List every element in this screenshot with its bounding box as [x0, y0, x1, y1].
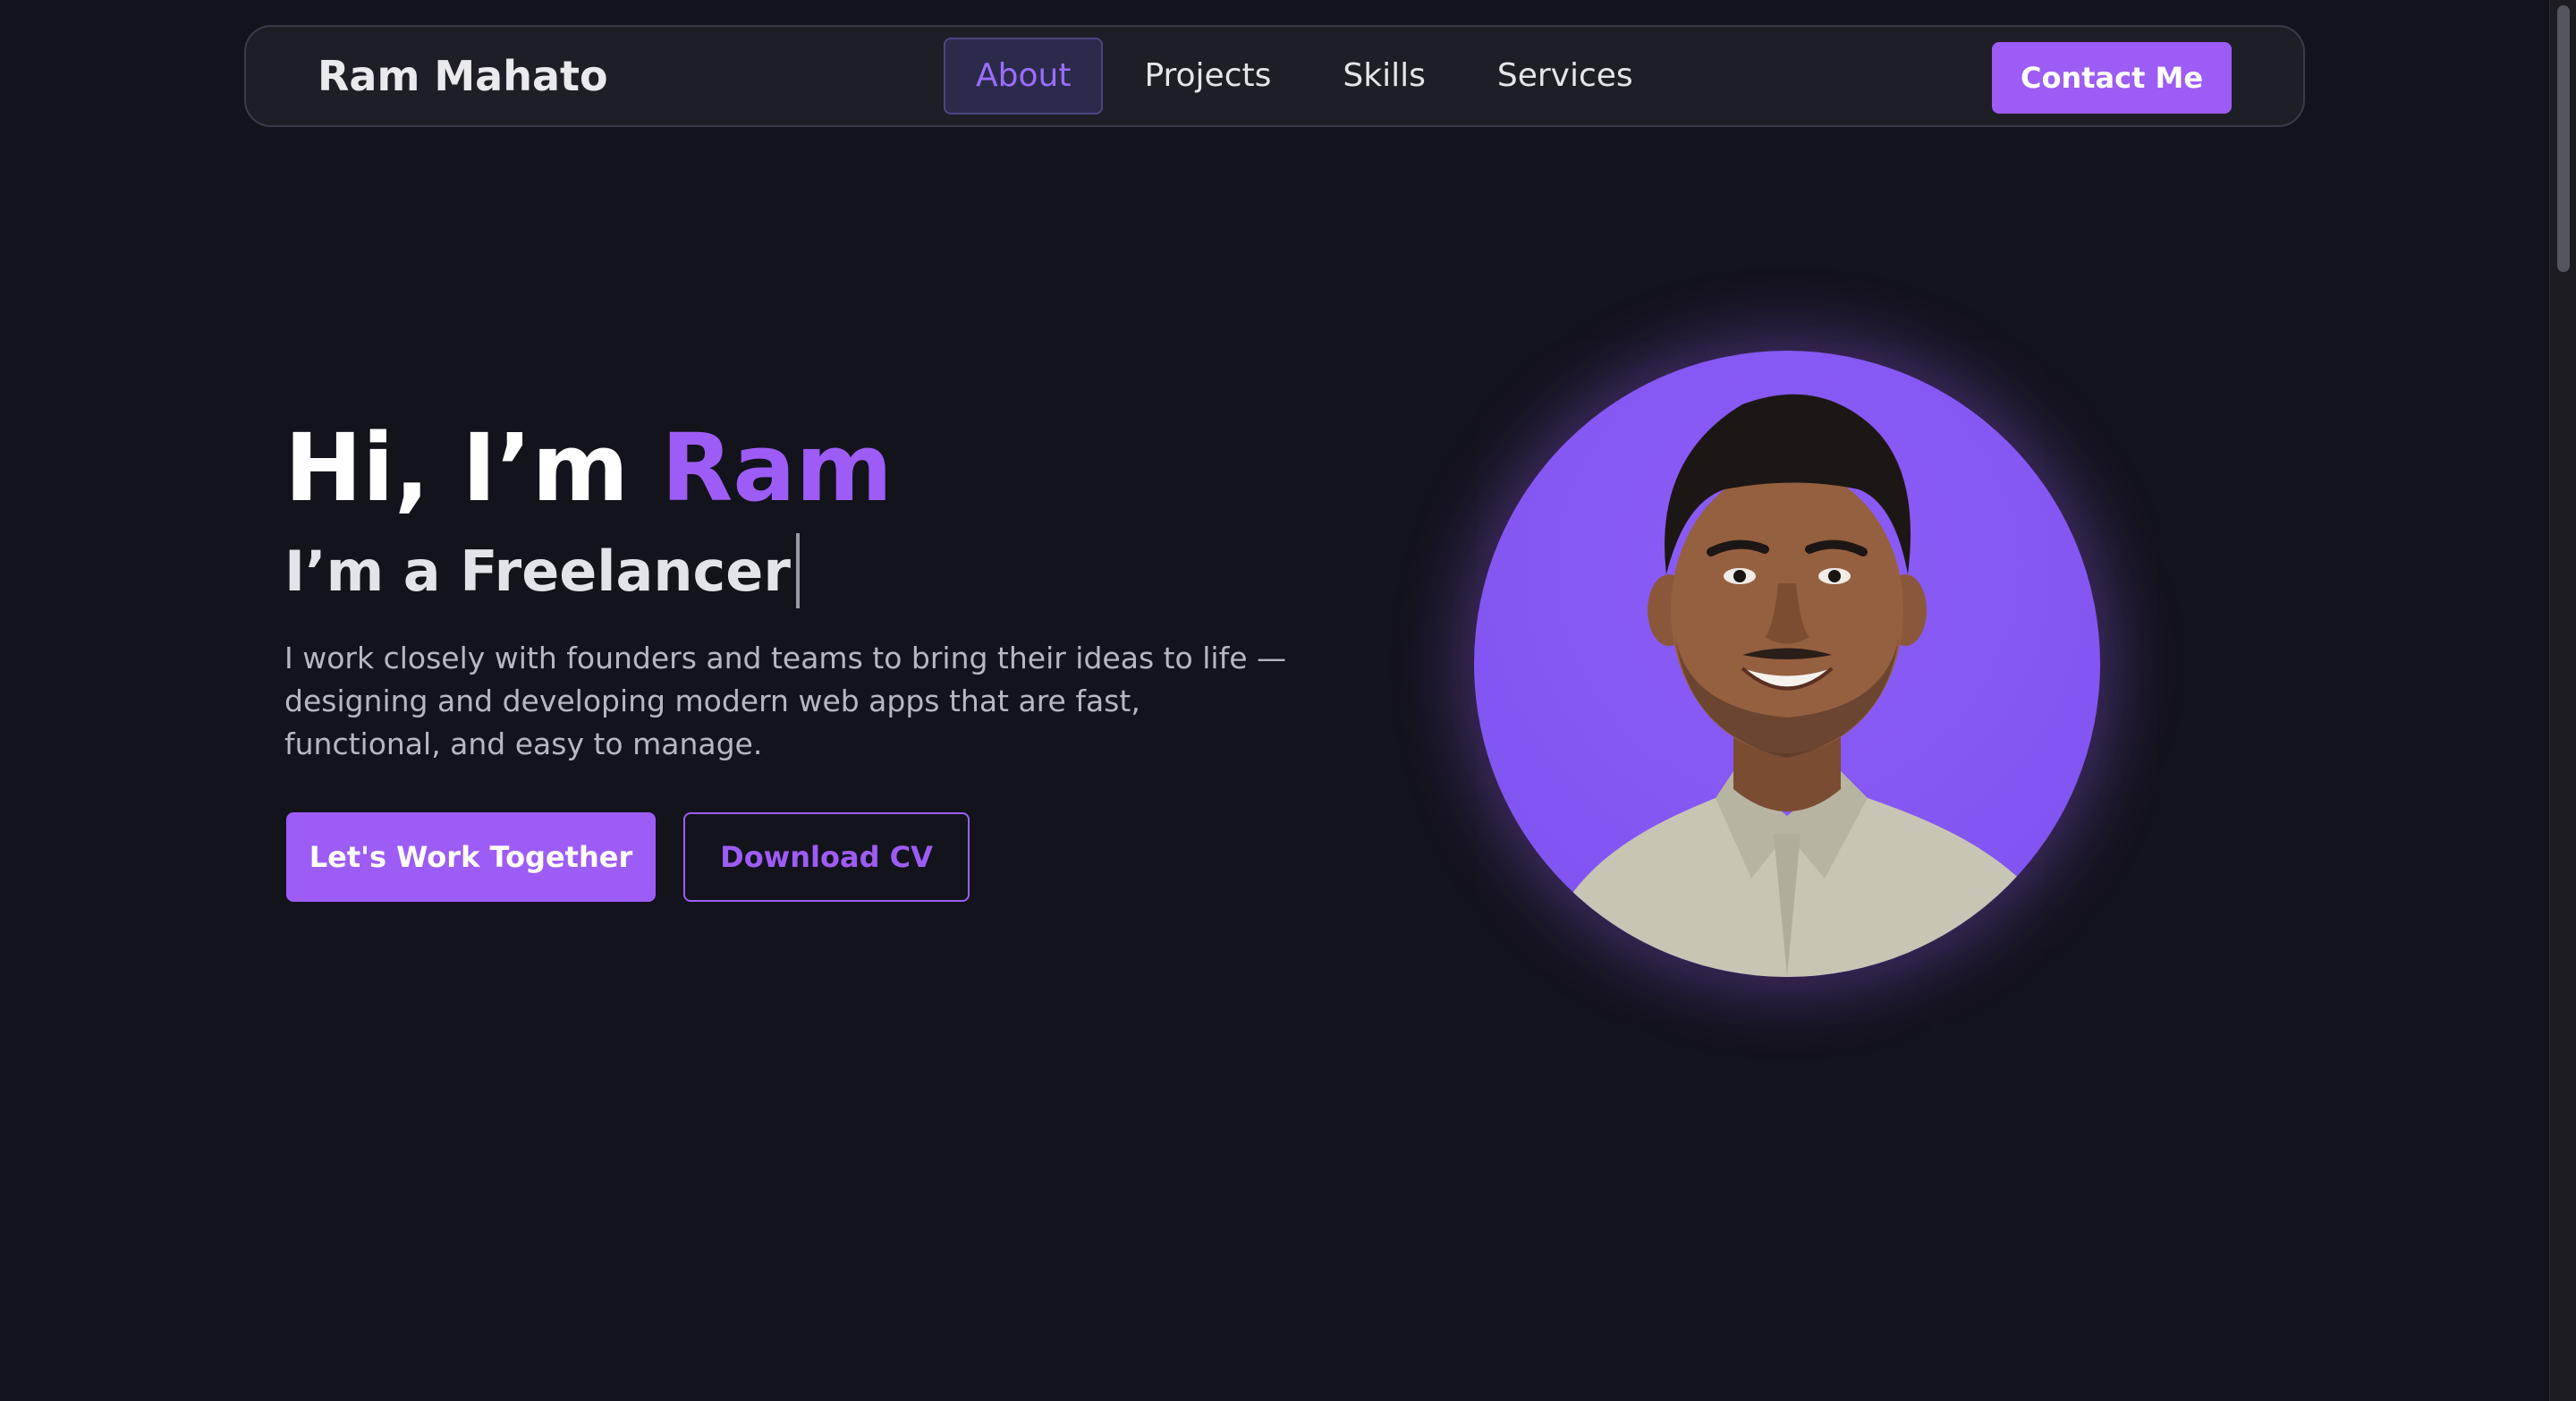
- nav-link-services[interactable]: Services: [1467, 38, 1664, 115]
- nav-links: About Projects Skills Services: [944, 38, 1674, 115]
- nav-link-projects[interactable]: Projects: [1114, 38, 1301, 115]
- page: Ram Mahato About Projects Skills Service…: [0, 0, 2576, 1401]
- work-together-button[interactable]: Let's Work Together: [286, 812, 656, 902]
- hero-name: Ram: [661, 413, 893, 522]
- scrollbar-thumb[interactable]: [2557, 5, 2570, 272]
- hero-greeting: Hi, I’m: [284, 413, 629, 522]
- profile-illustration: [1537, 394, 2082, 977]
- hero-role-text: I’m a Freelancer: [284, 539, 791, 604]
- nav-link-about[interactable]: About: [944, 38, 1104, 115]
- navbar: Ram Mahato About Projects Skills Service…: [244, 25, 2305, 127]
- hero-role: I’m a Freelancer: [284, 533, 800, 610]
- contact-button[interactable]: Contact Me: [1992, 42, 2232, 114]
- nav-link-skills[interactable]: Skills: [1312, 38, 1455, 115]
- brand-logo[interactable]: Ram Mahato: [318, 27, 608, 125]
- hero-description: I work closely with founders and teams t…: [284, 641, 1286, 761]
- hero-title: Hi, I’m Ram: [284, 410, 893, 526]
- profile-photo: [1474, 351, 2100, 977]
- scrollbar[interactable]: [2549, 0, 2576, 1401]
- typing-cursor: [795, 533, 800, 608]
- download-cv-button[interactable]: Download CV: [683, 812, 970, 902]
